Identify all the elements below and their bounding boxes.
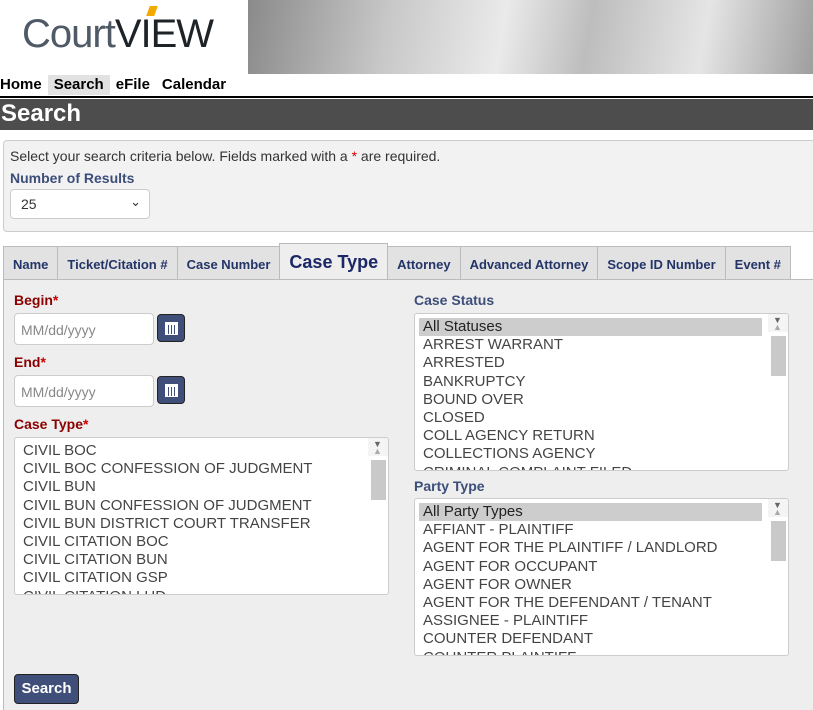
list-option[interactable]: AGENT FOR OCCUPANT — [419, 558, 762, 576]
nav-calendar[interactable]: Calendar — [162, 75, 232, 95]
list-option[interactable]: CLOSED — [419, 409, 762, 427]
list-option[interactable]: CIVIL BOC — [19, 442, 362, 460]
scroll-down-icon[interactable]: ▼ — [773, 314, 782, 329]
tab-event[interactable]: Event # — [724, 246, 791, 280]
list-option[interactable]: AGENT FOR OWNER — [419, 576, 762, 594]
list-option[interactable]: All Statuses — [419, 318, 762, 337]
banner-image — [248, 0, 813, 74]
scrollbar[interactable]: ▲ ▼ — [768, 314, 788, 376]
instructions: Select your search criteria below. Field… — [10, 148, 441, 164]
list-option[interactable]: COLLECTIONS AGENCY — [419, 445, 762, 463]
logo-text: Court — [22, 12, 116, 56]
list-option[interactable]: CIVIL BUN — [19, 478, 362, 496]
case-type-listbox[interactable]: CIVIL BOC CIVIL BOC CONFESSION OF JUDGMEN… — [14, 437, 389, 595]
search-tabs: Name Ticket/Citation # Case Number Case … — [3, 243, 791, 280]
tab-advanced-attorney[interactable]: Advanced Attorney — [459, 246, 598, 280]
list-option[interactable]: COLL AGENCY RETURN — [419, 427, 762, 445]
courtview-logo: CourtVIEW — [22, 6, 214, 57]
list-option[interactable]: CIVIL CITATION BOC — [19, 533, 362, 551]
scroll-down-icon[interactable]: ▼ — [773, 499, 782, 514]
calendar-icon — [165, 322, 178, 335]
criteria-panel: Select your search criteria below. Field… — [3, 140, 813, 232]
scroll-thumb[interactable] — [771, 336, 786, 376]
banner: CourtVIEW — [0, 0, 813, 75]
logo-text-view: VIEW — [114, 12, 214, 56]
list-option[interactable]: ARRESTED — [419, 354, 762, 372]
nav-search[interactable]: Search — [47, 75, 110, 95]
scroll-down-icon[interactable]: ▼ — [373, 438, 382, 453]
list-option[interactable]: AFFIANT - PLAINTIFF — [419, 521, 762, 539]
list-option[interactable]: CIVIL CITATION BUN — [19, 551, 362, 569]
list-option[interactable]: BOUND OVER — [419, 391, 762, 409]
tab-scope-id[interactable]: Scope ID Number — [597, 246, 725, 280]
list-option[interactable]: CIVIL CITATION LHD — [19, 588, 362, 595]
tab-name[interactable]: Name — [3, 246, 58, 280]
begin-label: Begin* — [14, 292, 59, 308]
list-option[interactable]: CRIMINAL COMPLAINT FILED — [419, 464, 762, 471]
list-option[interactable]: CIVIL BUN DISTRICT COURT TRANSFER — [19, 515, 362, 533]
divider — [0, 96, 813, 98]
tab-ticket-citation[interactable]: Ticket/Citation # — [57, 246, 177, 280]
scroll-thumb[interactable] — [371, 460, 386, 500]
list-option[interactable]: COUNTER DEFENDANT — [419, 630, 762, 648]
end-calendar-button[interactable] — [157, 376, 185, 404]
page-title: Search — [0, 99, 813, 130]
top-nav: Home Search eFile Calendar — [0, 75, 232, 95]
tab-case-number[interactable]: Case Number — [176, 246, 280, 280]
chevron-down-icon: ⌄ — [130, 194, 141, 209]
case-type-label: Case Type* — [14, 416, 89, 432]
scrollbar[interactable]: ▲ ▼ — [368, 438, 388, 500]
scroll-thumb[interactable] — [771, 521, 786, 561]
party-type-label: Party Type — [414, 478, 485, 494]
list-option[interactable]: CIVIL BOC CONFESSION OF JUDGMENT — [19, 460, 362, 478]
scrollbar[interactable]: ▲ ▼ — [768, 499, 788, 561]
end-date-input[interactable]: MM/dd/yyyy — [14, 375, 154, 407]
results-select[interactable]: 25 ⌄ — [10, 189, 150, 219]
results-label: Number of Results — [10, 170, 135, 186]
list-option[interactable]: COUNTER PLAINTIFF — [419, 649, 762, 656]
list-option[interactable]: ARREST WARRANT — [419, 336, 762, 354]
list-option[interactable]: AGENT FOR THE PLAINTIFF / LANDLORD — [419, 539, 762, 557]
begin-calendar-button[interactable] — [157, 314, 185, 342]
tab-attorney[interactable]: Attorney — [388, 246, 460, 280]
tab-case-type[interactable]: Case Type — [279, 243, 389, 279]
search-button[interactable]: Search — [14, 674, 79, 704]
party-type-listbox[interactable]: All Party Types AFFIANT - PLAINTIFF AGENT … — [414, 498, 789, 656]
nav-efile[interactable]: eFile — [116, 75, 156, 95]
list-option[interactable]: ASSIGNEE - PLAINTIFF — [419, 612, 762, 630]
list-option[interactable]: CIVIL BUN CONFESSION OF JUDGMENT — [19, 497, 362, 515]
nav-home[interactable]: Home — [0, 75, 48, 95]
list-option[interactable]: All Party Types — [419, 503, 762, 522]
case-status-listbox[interactable]: All Statuses ARREST WARRANT ARRESTED BANKRU… — [414, 313, 789, 471]
end-label: End* — [14, 354, 46, 370]
calendar-icon — [165, 384, 178, 397]
begin-date-input[interactable]: MM/dd/yyyy — [14, 313, 154, 345]
list-option[interactable]: CIVIL CITATION GSP — [19, 569, 362, 587]
list-option[interactable]: BANKRUPTCY — [419, 373, 762, 391]
case-status-label: Case Status — [414, 292, 495, 308]
list-option[interactable]: AGENT FOR THE DEFENDANT / TENANT — [419, 594, 762, 612]
